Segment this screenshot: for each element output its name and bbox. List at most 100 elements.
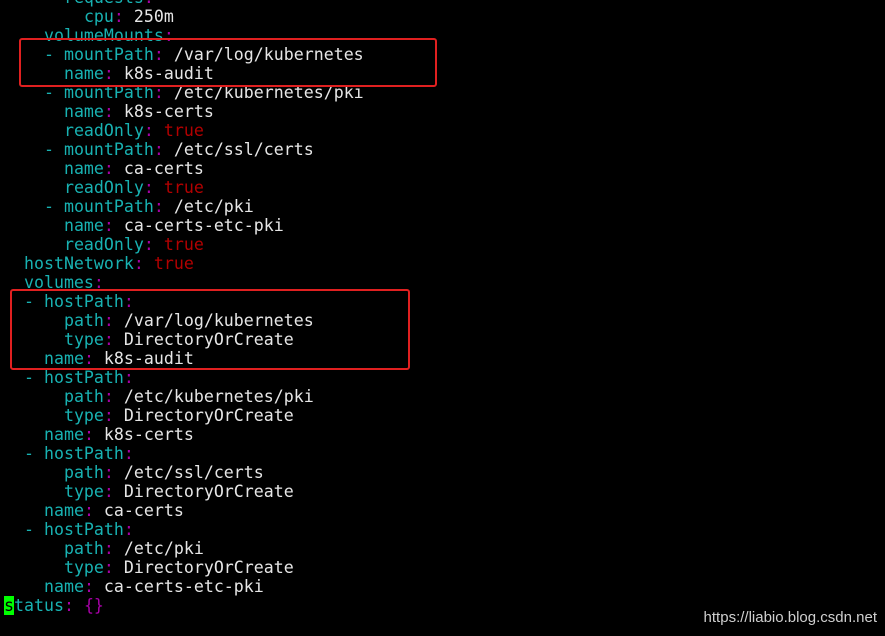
code-token: : bbox=[103, 102, 124, 121]
code-token: hostPath bbox=[43, 520, 124, 539]
terminal-window[interactable]: requests: cpu: 250m volumeMounts: - moun… bbox=[0, 0, 885, 636]
code-token: hostPath bbox=[43, 444, 124, 463]
code-token: readOnly bbox=[63, 121, 144, 140]
code-line: type: DirectoryOrCreate bbox=[4, 558, 364, 577]
code-line: status: {} bbox=[4, 596, 364, 615]
code-token: type bbox=[63, 558, 104, 577]
code-token: - bbox=[43, 140, 64, 159]
code-token: /etc/pki bbox=[173, 197, 254, 216]
code-token: true bbox=[163, 121, 204, 140]
code-token: : bbox=[123, 368, 134, 387]
code-line: name: k8s-certs bbox=[4, 102, 364, 121]
code-token: path bbox=[63, 387, 104, 406]
code-token: name bbox=[43, 577, 84, 596]
code-line: name: ca-certs-etc-pki bbox=[4, 577, 364, 596]
code-token: : bbox=[103, 539, 124, 558]
code-token: cpu bbox=[83, 7, 114, 26]
code-token: /etc/ssl/certs bbox=[123, 463, 264, 482]
code-token: ca-certs-etc-pki bbox=[123, 216, 284, 235]
code-token: name bbox=[63, 216, 104, 235]
code-token: name bbox=[43, 501, 84, 520]
code-token: : bbox=[83, 425, 104, 444]
code-token: - bbox=[23, 368, 44, 387]
code-token: mountPath bbox=[63, 140, 154, 159]
code-line: - hostPath: bbox=[4, 520, 364, 539]
highlight-box-host-path bbox=[10, 289, 410, 370]
code-token: : bbox=[103, 406, 124, 425]
code-token: - bbox=[43, 197, 64, 216]
code-token: true bbox=[153, 254, 194, 273]
code-token: /etc/ssl/certs bbox=[173, 140, 314, 159]
code-token: ca-certs bbox=[123, 159, 204, 178]
code-token: true bbox=[163, 178, 204, 197]
code-line: readOnly: true bbox=[4, 235, 364, 254]
code-line: type: DirectoryOrCreate bbox=[4, 406, 364, 425]
code-line: name: ca-certs bbox=[4, 501, 364, 520]
code-token: : bbox=[113, 7, 134, 26]
code-token: : bbox=[143, 235, 164, 254]
highlight-box-volume-mount bbox=[19, 38, 437, 87]
code-token: : bbox=[103, 387, 124, 406]
code-line: hostNetwork: true bbox=[4, 254, 364, 273]
code-token: : bbox=[123, 520, 134, 539]
code-token: ca-certs bbox=[103, 501, 184, 520]
code-token: : bbox=[143, 121, 164, 140]
code-token: : bbox=[83, 501, 104, 520]
code-token: : bbox=[144, 0, 154, 7]
code-token: readOnly bbox=[63, 178, 144, 197]
code-token: path bbox=[63, 539, 104, 558]
code-token: : bbox=[143, 178, 164, 197]
code-line: path: /etc/pki bbox=[4, 539, 364, 558]
code-line: readOnly: true bbox=[4, 178, 364, 197]
code-token: : bbox=[83, 577, 104, 596]
code-token: name bbox=[43, 425, 84, 444]
code-token: tatus bbox=[14, 596, 64, 615]
code-token: DirectoryOrCreate bbox=[123, 406, 294, 425]
code-line: requests: bbox=[4, 0, 364, 7]
code-token: type bbox=[63, 482, 104, 501]
code-line: name: ca-certs-etc-pki bbox=[4, 216, 364, 235]
code-line: path: /etc/ssl/certs bbox=[4, 463, 364, 482]
code-token: type bbox=[63, 406, 104, 425]
code-line: - mountPath: /etc/ssl/certs bbox=[4, 140, 364, 159]
code-token: hostPath bbox=[43, 368, 124, 387]
code-line: readOnly: true bbox=[4, 121, 364, 140]
code-token: /etc/kubernetes/pki bbox=[123, 387, 314, 406]
code-line: name: ca-certs bbox=[4, 159, 364, 178]
code-line: path: /etc/kubernetes/pki bbox=[4, 387, 364, 406]
code-token: DirectoryOrCreate bbox=[123, 482, 294, 501]
code-token: name bbox=[63, 102, 104, 121]
code-token: : bbox=[103, 558, 124, 577]
code-token: : bbox=[103, 216, 124, 235]
text-cursor: s bbox=[4, 596, 14, 615]
code-token: name bbox=[63, 159, 104, 178]
code-token: {} bbox=[83, 596, 104, 615]
code-line: cpu: 250m bbox=[4, 7, 364, 26]
code-token: : bbox=[103, 463, 124, 482]
watermark-url: https://liabio.blog.csdn.net bbox=[703, 609, 877, 626]
code-token: readOnly bbox=[63, 235, 144, 254]
code-line: type: DirectoryOrCreate bbox=[4, 482, 364, 501]
code-line: - mountPath: /etc/pki bbox=[4, 197, 364, 216]
code-token: ca-certs-etc-pki bbox=[103, 577, 264, 596]
code-token: requests bbox=[64, 0, 144, 7]
code-token: : bbox=[63, 596, 84, 615]
code-token: /etc/pki bbox=[123, 539, 204, 558]
